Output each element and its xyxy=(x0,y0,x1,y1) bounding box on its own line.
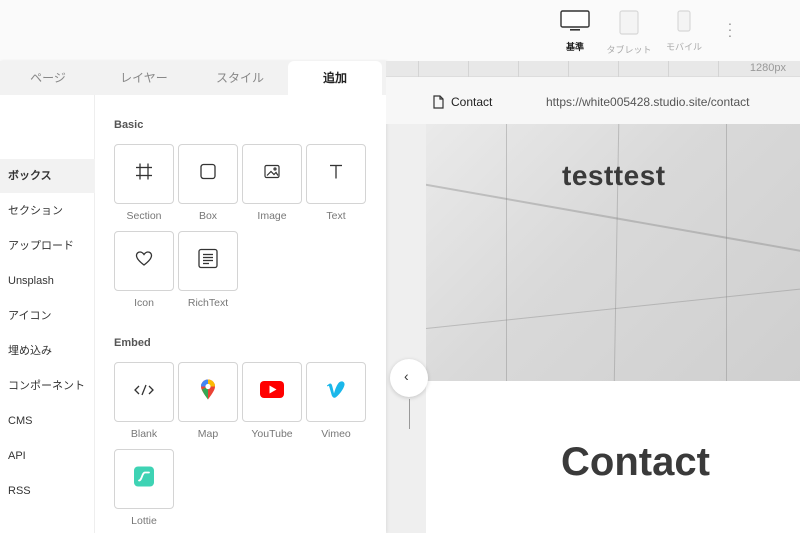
text-label: Text xyxy=(326,210,346,222)
add-blank-tile[interactable]: Blank xyxy=(114,362,174,440)
hero-title[interactable]: testtest xyxy=(562,160,666,192)
richtext-icon xyxy=(198,248,218,274)
add-vimeo-tile[interactable]: Vimeo xyxy=(306,362,366,440)
page-icon xyxy=(433,95,444,114)
contact-heading[interactable]: Contact xyxy=(561,440,710,485)
image-icon xyxy=(264,164,280,185)
text-icon xyxy=(328,164,344,185)
tablet-icon xyxy=(619,10,639,37)
box-label: Box xyxy=(198,210,218,222)
device-tablet-label: タブレット xyxy=(606,45,652,55)
youtube-icon xyxy=(260,381,284,403)
lottie-label: Lottie xyxy=(131,515,157,527)
sidebar-item-section[interactable]: セクション xyxy=(0,194,95,228)
map-label: Map xyxy=(197,428,219,440)
tab-add[interactable]: 追加 xyxy=(288,61,382,95)
section-icon xyxy=(135,163,153,186)
kebab-icon[interactable]: · · · xyxy=(724,16,736,42)
add-section-tile[interactable]: Section xyxy=(114,144,174,222)
chevron-left-icon: ‹ xyxy=(404,368,409,384)
richtext-label: RichText xyxy=(187,297,229,309)
canvas-width-label: 1280px xyxy=(749,62,786,74)
page-preview-canvas[interactable]: testtest Contact xyxy=(426,124,800,533)
section-label: Section xyxy=(126,210,162,222)
add-map-tile[interactable]: Map xyxy=(178,362,238,440)
sidebar-item-icon[interactable]: アイコン xyxy=(0,299,95,333)
tab-layer[interactable]: レイヤー xyxy=(96,61,192,95)
vimeo-label: Vimeo xyxy=(321,428,351,440)
page-url-bar: Contact https://white005428.studio.site/… xyxy=(386,77,800,124)
category-sidebar: ボックス セクション アップロード Unsplash アイコン 埋め込み コンポ… xyxy=(0,95,95,533)
add-richtext-tile[interactable]: RichText xyxy=(178,231,238,309)
lottie-icon xyxy=(134,466,154,492)
basic-section-title: Basic xyxy=(114,119,144,131)
sidebar-item-cms[interactable]: CMS xyxy=(0,404,95,438)
add-box-tile[interactable]: Box xyxy=(178,144,238,222)
hero-section[interactable]: testtest xyxy=(426,124,800,381)
add-panel: ページ レイヤー スタイル 追加 ボックス セクション アップロード Unspl… xyxy=(0,61,386,533)
sidebar-item-upload[interactable]: アップロード xyxy=(0,229,95,263)
device-mobile-label: モバイル xyxy=(665,42,702,52)
element-gallery: Basic Section Box Image Text Icon RichTe… xyxy=(95,95,386,533)
tab-style[interactable]: スタイル xyxy=(192,61,288,95)
sidebar-item-unsplash[interactable]: Unsplash xyxy=(0,264,95,298)
add-text-tile[interactable]: Text xyxy=(306,144,366,222)
sidebar-item-box[interactable]: ボックス xyxy=(0,159,95,193)
heart-icon xyxy=(135,251,153,272)
device-tablet-button[interactable]: タブレット xyxy=(603,10,655,56)
add-image-tile[interactable]: Image xyxy=(242,144,302,222)
collapse-panel-button[interactable]: ‹ xyxy=(390,359,428,397)
icon-label: Icon xyxy=(134,297,154,309)
add-youtube-tile[interactable]: YouTube xyxy=(242,362,302,440)
add-icon-tile[interactable]: Icon xyxy=(114,231,174,309)
sidebar-item-rss[interactable]: RSS xyxy=(0,474,95,508)
page-name[interactable]: Contact xyxy=(451,95,492,109)
mobile-icon xyxy=(677,10,691,34)
width-ruler: 1280px xyxy=(386,61,800,77)
top-toolbar: 基準 タブレット モバイル · · · xyxy=(0,0,800,61)
vimeo-icon xyxy=(326,381,346,404)
map-pin-icon xyxy=(200,379,216,406)
panel-tabs: ページ レイヤー スタイル 追加 xyxy=(0,61,386,95)
add-lottie-tile[interactable]: Lottie xyxy=(114,449,174,527)
embed-section-title: Embed xyxy=(114,337,151,349)
sidebar-item-component[interactable]: コンポーネント xyxy=(0,369,95,403)
sidebar-item-embed[interactable]: 埋め込み xyxy=(0,334,95,368)
code-icon xyxy=(134,383,154,401)
blank-label: Blank xyxy=(130,428,158,440)
resize-handle[interactable] xyxy=(409,399,410,429)
device-mobile-button[interactable]: モバイル xyxy=(662,10,706,53)
sidebar-item-api[interactable]: API xyxy=(0,439,95,473)
device-desktop-label: 基準 xyxy=(565,42,584,52)
image-label: Image xyxy=(257,210,287,222)
youtube-label: YouTube xyxy=(251,428,293,440)
device-desktop-button[interactable]: 基準 xyxy=(560,10,590,53)
box-icon xyxy=(200,163,216,185)
tab-page[interactable]: ページ xyxy=(0,61,96,95)
desktop-icon xyxy=(560,10,590,34)
page-url[interactable]: https://white005428.studio.site/contact xyxy=(546,95,749,109)
